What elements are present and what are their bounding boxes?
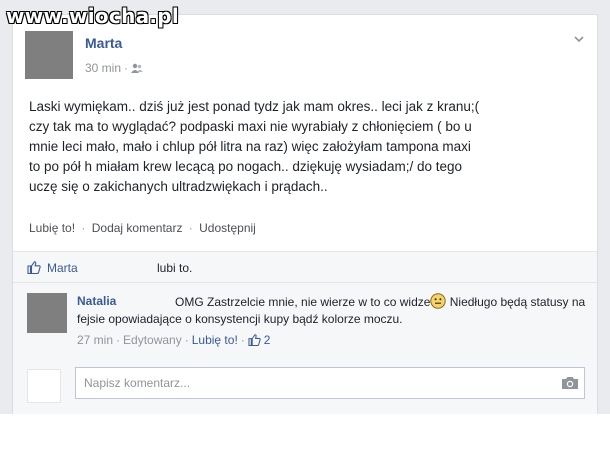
post-text: Laski wymiękam.. dziś już jest ponad tyd… bbox=[29, 97, 589, 197]
camera-icon[interactable] bbox=[561, 376, 579, 390]
comment-like-link[interactable]: Lubię to! bbox=[192, 333, 238, 347]
meta-separator: · bbox=[124, 61, 129, 75]
post-text-line: uczę się o zakichanych ultradzwiękach i … bbox=[29, 179, 328, 194]
meta-separator: · bbox=[240, 333, 245, 347]
comment-like-count[interactable]: 2 bbox=[264, 333, 271, 347]
compose-avatar bbox=[27, 369, 61, 403]
page-bottom bbox=[0, 414, 610, 451]
comment-time[interactable]: 27 min bbox=[77, 333, 113, 347]
comments-section: Natalia OMG Zastrzelcie mnie, nie wierze… bbox=[13, 282, 597, 414]
like-link[interactable]: Lubię to! bbox=[29, 221, 75, 235]
post-text-line: Laski wymiękam.. dziś już jest ponad tyd… bbox=[29, 99, 480, 114]
chevron-down-icon[interactable] bbox=[573, 33, 585, 45]
post-card: Marta 30 min · Laski wymiękam.. dziś już… bbox=[12, 14, 598, 414]
comment-link[interactable]: Dodaj komentarz bbox=[92, 221, 183, 235]
post-text-line: to po pół h miałam krew lecącą po nogach… bbox=[29, 159, 462, 174]
post-author[interactable]: Marta bbox=[85, 35, 122, 51]
comment-text: OMG Zastrzelcie mnie, nie wierze w to co… bbox=[77, 293, 587, 328]
post-text-line: czy tak ma to wyglądać? podpaski maxi ni… bbox=[29, 119, 472, 134]
post-time[interactable]: 30 min bbox=[85, 61, 121, 75]
comment-input[interactable] bbox=[75, 367, 585, 399]
meta-separator: · bbox=[116, 333, 121, 347]
thumbs-up-icon bbox=[248, 334, 261, 346]
action-separator: · bbox=[188, 221, 193, 235]
comment-meta: 27 min · Edytowany · Lubię to! · 2 bbox=[77, 333, 270, 347]
share-link[interactable]: Udostępnij bbox=[199, 221, 256, 235]
friends-icon[interactable] bbox=[131, 63, 144, 74]
thumbs-up-icon bbox=[27, 261, 41, 274]
watermark-logo: www.wiocha.pl bbox=[6, 4, 180, 28]
comment-avatar[interactable] bbox=[27, 293, 67, 333]
avatar[interactable] bbox=[25, 31, 73, 79]
liker-name[interactable]: Marta bbox=[47, 261, 78, 275]
comment-text-part1: OMG Zastrzelcie mnie, nie wierze w to co… bbox=[175, 295, 431, 309]
likes-summary: Marta lubi to. bbox=[13, 251, 597, 282]
post-text-line: mnie leci mało, mało i chlup pół litra n… bbox=[29, 139, 471, 154]
edited-label[interactable]: Edytowany bbox=[123, 333, 182, 347]
post-actions: Lubię to! · Dodaj komentarz · Udostępnij bbox=[29, 221, 256, 235]
action-separator: · bbox=[81, 221, 86, 235]
meta-separator: · bbox=[184, 333, 189, 347]
smiley-emoticon-icon bbox=[430, 293, 447, 309]
post-meta: 30 min · bbox=[85, 61, 144, 75]
likes-suffix: lubi to. bbox=[157, 261, 193, 275]
compose-row bbox=[27, 365, 587, 405]
